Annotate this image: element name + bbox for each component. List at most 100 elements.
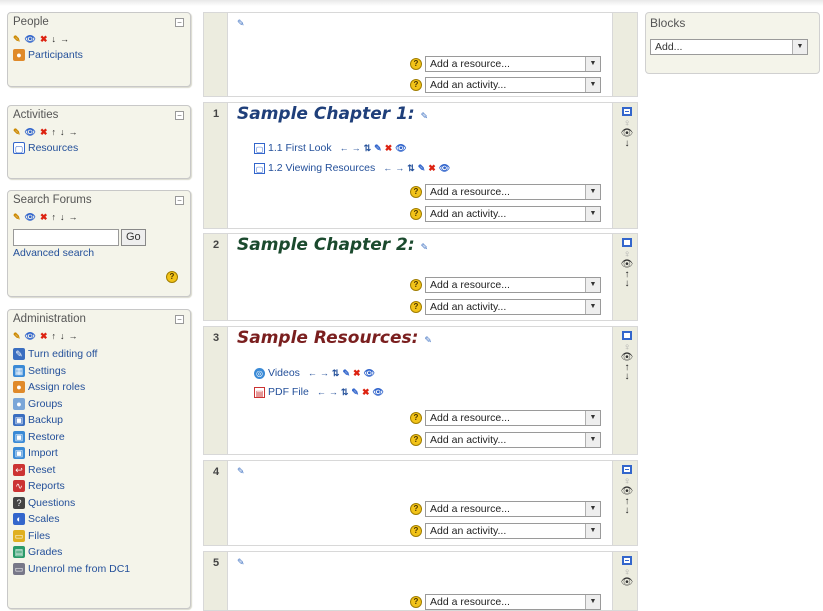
participants-link[interactable]: ● Participants <box>8 47 190 64</box>
move-updown-icon[interactable]: ⇅ <box>364 143 372 154</box>
admin-item[interactable]: ▣ Backup <box>8 412 190 429</box>
hide-icon[interactable]: 👁 <box>439 163 450 174</box>
collapse-icon[interactable]: − <box>175 196 184 205</box>
delete-icon[interactable]: ✖ <box>40 331 48 341</box>
move-down-icon[interactable]: ↓ <box>618 279 636 289</box>
admin-item[interactable]: ▭ Unenrol me from DC1 <box>8 561 190 578</box>
admin-item[interactable]: ↩ Reset <box>8 462 190 479</box>
go-button[interactable]: Go <box>121 229 146 246</box>
move-down-icon[interactable]: ↓ <box>52 34 57 44</box>
add-activity-select[interactable]: Add an activity... ▼ <box>425 298 601 315</box>
hide-icon[interactable]: 👁 <box>25 331 36 341</box>
hide-icon[interactable]: 👁 <box>25 34 36 44</box>
edit-icon[interactable]: ✎ <box>342 368 350 379</box>
move-right-icon[interactable]: → <box>69 127 78 137</box>
move-up-icon[interactable]: ↑ <box>52 331 57 341</box>
delete-icon[interactable]: ✖ <box>353 368 361 379</box>
move-down-icon[interactable]: ↓ <box>60 331 65 341</box>
add-activity-select[interactable]: Add an activity... ▼ <box>425 431 601 448</box>
add-resource-select[interactable]: Add a resource... ▼ <box>425 55 601 72</box>
roles-icon[interactable]: ✎ <box>13 34 21 44</box>
help-icon[interactable]: ? <box>410 595 422 608</box>
admin-item[interactable]: ✎ Turn editing off <box>8 346 190 363</box>
delete-icon[interactable]: ✖ <box>385 143 393 154</box>
resources-link[interactable]: ▢ Resources <box>8 140 190 157</box>
move-right-icon[interactable]: → <box>329 387 338 397</box>
show-only-section-icon[interactable] <box>622 331 632 340</box>
edit-summary-icon[interactable]: ✎ <box>424 336 432 346</box>
activity-item[interactable]: ▢ 1.2 Viewing Resources ← → ⇅ ✎ ✖ 👁 <box>254 161 450 175</box>
roles-icon[interactable]: ✎ <box>13 212 21 222</box>
admin-item[interactable]: ▭ Files <box>8 528 190 545</box>
move-up-icon[interactable]: ↑ <box>52 212 57 222</box>
show-only-section-icon[interactable] <box>622 238 632 247</box>
help-icon[interactable]: ? <box>166 271 178 283</box>
move-right-icon[interactable]: → <box>69 212 78 222</box>
help-icon[interactable]: ? <box>410 502 422 515</box>
move-down-icon[interactable]: ↓ <box>618 506 636 516</box>
add-resource-select[interactable]: Add a resource... ▼ <box>425 409 601 426</box>
move-right-icon[interactable]: → <box>395 163 404 173</box>
collapse-icon[interactable]: − <box>175 18 184 27</box>
edit-summary-icon[interactable]: ✎ <box>421 243 429 253</box>
edit-summary-icon[interactable]: ✎ <box>421 112 429 122</box>
move-left-icon[interactable]: ← <box>308 368 317 378</box>
hide-icon[interactable]: 👁 <box>372 387 383 398</box>
admin-item[interactable]: ▣ Import <box>8 445 190 462</box>
move-left-icon[interactable]: ← <box>317 387 326 397</box>
help-icon[interactable]: ? <box>410 433 422 446</box>
show-only-section-icon[interactable] <box>622 465 632 474</box>
collapse-icon[interactable]: − <box>175 315 184 324</box>
roles-icon[interactable]: ✎ <box>13 127 21 137</box>
help-icon[interactable]: ? <box>410 207 422 220</box>
add-activity-select[interactable]: Add an activity... ▼ <box>425 522 601 539</box>
add-resource-select[interactable]: Add a resource... ▼ <box>425 500 601 517</box>
collapse-icon[interactable]: − <box>175 111 184 120</box>
admin-item[interactable]: ▣ Restore <box>8 429 190 446</box>
show-only-section-icon[interactable] <box>622 107 632 116</box>
edit-icon[interactable]: ✎ <box>351 387 359 398</box>
add-resource-select[interactable]: Add a resource... ▼ <box>425 276 601 293</box>
hide-icon[interactable]: 👁 <box>25 127 36 137</box>
hide-icon[interactable]: 👁 <box>364 368 375 379</box>
edit-icon[interactable]: ✎ <box>418 163 426 174</box>
edit-summary-icon[interactable]: ✎ <box>237 557 245 568</box>
add-resource-select[interactable]: Add a resource... ▼ <box>425 183 601 200</box>
add-activity-select[interactable]: Add an activity... ▼ <box>425 205 601 222</box>
admin-item[interactable]: ● Groups <box>8 396 190 413</box>
admin-item[interactable]: ? Questions <box>8 495 190 512</box>
hide-icon[interactable]: 👁 <box>618 578 636 588</box>
advanced-search-link[interactable]: Advanced search <box>8 246 190 260</box>
admin-item[interactable]: ∿ Reports <box>8 478 190 495</box>
move-right-icon[interactable]: → <box>352 143 361 153</box>
add-activity-select[interactable]: Add an activity... ▼ <box>425 76 601 93</box>
hide-icon[interactable]: 👁 <box>25 212 36 222</box>
move-left-icon[interactable]: ← <box>383 163 392 173</box>
move-right-icon[interactable]: → <box>60 34 69 44</box>
move-updown-icon[interactable]: ⇅ <box>407 163 415 174</box>
help-icon[interactable]: ? <box>410 411 422 424</box>
move-right-icon[interactable]: → <box>320 368 329 378</box>
edit-summary-icon[interactable]: ✎ <box>237 18 245 29</box>
move-up-icon[interactable]: ↑ <box>52 127 57 137</box>
delete-icon[interactable]: ✖ <box>428 163 436 174</box>
activity-item[interactable]: ◎ Videos ← → ⇅ ✎ ✖ 👁 <box>254 366 375 380</box>
add-block-select[interactable]: Add... ▼ <box>650 39 808 55</box>
admin-item[interactable]: ▦ Settings <box>8 363 190 380</box>
help-icon[interactable]: ? <box>410 524 422 537</box>
help-icon[interactable]: ? <box>410 57 422 70</box>
edit-summary-icon[interactable]: ✎ <box>237 466 245 477</box>
move-updown-icon[interactable]: ⇅ <box>332 368 340 379</box>
search-input[interactable] <box>13 229 119 246</box>
help-icon[interactable]: ? <box>410 278 422 291</box>
move-updown-icon[interactable]: ⇅ <box>341 387 349 398</box>
move-down-icon[interactable]: ↓ <box>618 372 636 382</box>
move-left-icon[interactable]: ← <box>340 143 349 153</box>
activity-item[interactable]: ▤ PDF File ← → ⇅ ✎ ✖ 👁 <box>254 385 384 399</box>
help-icon[interactable]: ? <box>410 78 422 91</box>
admin-item[interactable]: ▤ Grades <box>8 544 190 561</box>
admin-item[interactable]: ● Assign roles <box>8 379 190 396</box>
help-icon[interactable]: ? <box>410 185 422 198</box>
edit-icon[interactable]: ✎ <box>374 143 382 154</box>
delete-icon[interactable]: ✖ <box>40 212 48 222</box>
